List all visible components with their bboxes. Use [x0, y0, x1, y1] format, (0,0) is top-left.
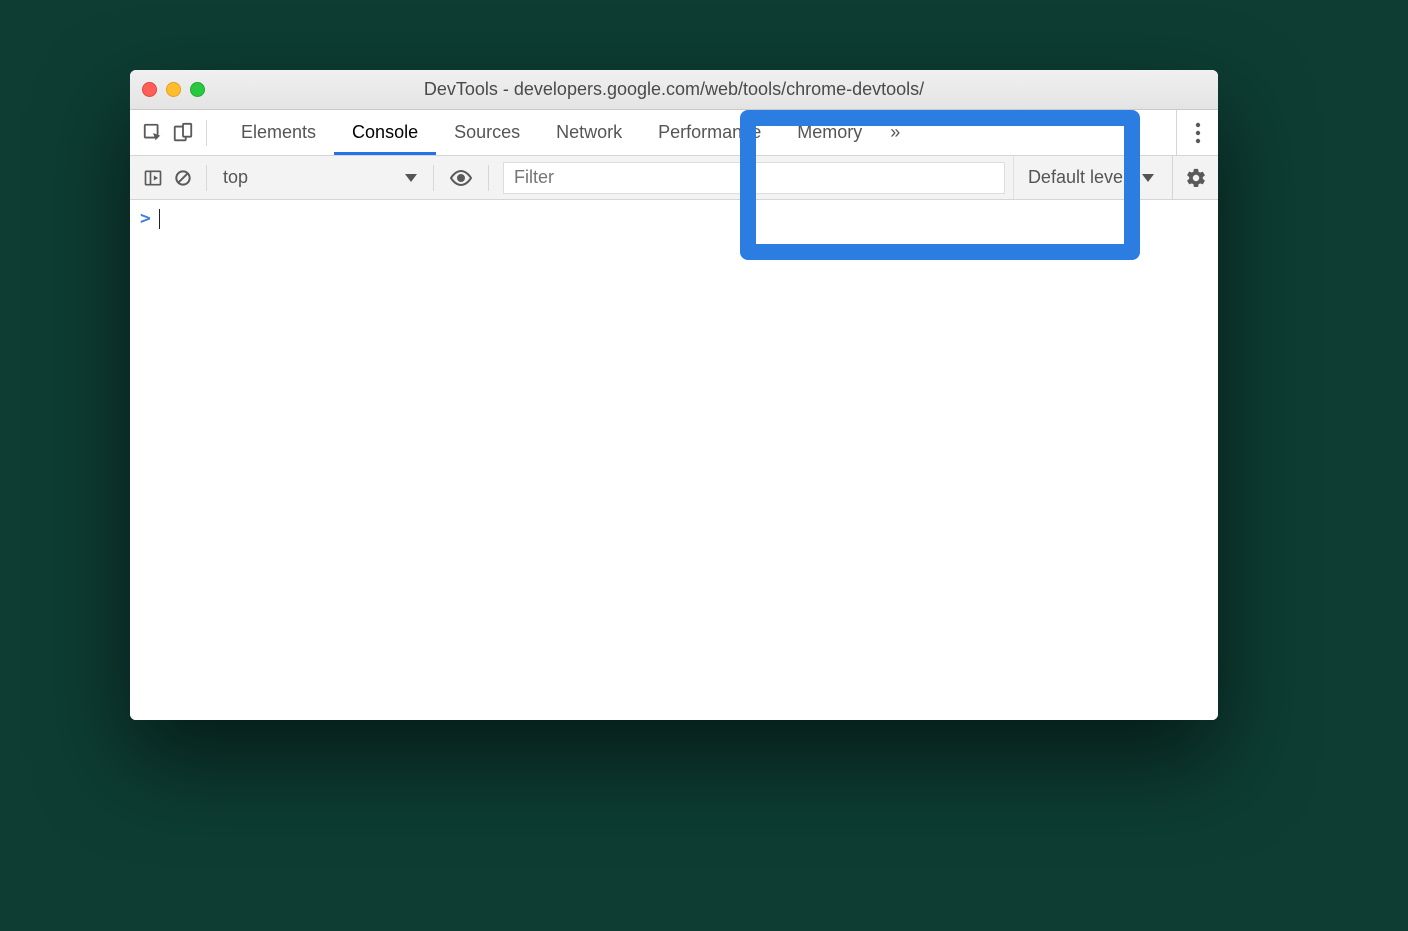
context-selector[interactable]: top: [215, 167, 425, 188]
zoom-window-button[interactable]: [190, 82, 205, 97]
tab-elements[interactable]: Elements: [223, 110, 334, 155]
window-title: DevTools - developers.google.com/web/too…: [130, 79, 1218, 100]
tab-network[interactable]: Network: [538, 110, 640, 155]
tab-label: Console: [352, 122, 418, 143]
dropdown-caret-icon: [405, 174, 417, 182]
context-label: top: [223, 167, 248, 188]
log-levels-label: Default levels: [1028, 167, 1136, 188]
minimize-window-button[interactable]: [166, 82, 181, 97]
inspect-element-icon[interactable]: [138, 118, 168, 148]
console-toolbar: top Default levels: [130, 156, 1218, 200]
text-cursor: [159, 209, 160, 229]
tab-label: Network: [556, 122, 622, 143]
tabs-overflow-icon[interactable]: »: [880, 110, 910, 155]
tab-sources[interactable]: Sources: [436, 110, 538, 155]
separator: [206, 120, 207, 146]
console-settings-icon[interactable]: [1172, 156, 1218, 199]
separator: [488, 165, 489, 191]
tab-label: Performance: [658, 122, 761, 143]
window-controls: [142, 82, 205, 97]
close-window-button[interactable]: [142, 82, 157, 97]
separator: [433, 165, 434, 191]
panel-tabs-row: Elements Console Sources Network Perform…: [130, 110, 1218, 156]
devtools-window: DevTools - developers.google.com/web/too…: [130, 70, 1218, 720]
separator: [206, 165, 207, 191]
clear-console-icon[interactable]: [168, 163, 198, 193]
prompt-chevron-icon: >: [140, 208, 151, 229]
toggle-sidebar-icon[interactable]: [138, 163, 168, 193]
more-options-icon[interactable]: [1176, 110, 1218, 155]
log-levels-dropdown[interactable]: Default levels: [1013, 156, 1172, 199]
tab-console[interactable]: Console: [334, 110, 436, 155]
tab-label: Sources: [454, 122, 520, 143]
filter-input[interactable]: [503, 162, 1005, 194]
tab-label: Elements: [241, 122, 316, 143]
titlebar: DevTools - developers.google.com/web/too…: [130, 70, 1218, 110]
panel-tabs: Elements Console Sources Network Perform…: [223, 110, 910, 155]
device-toolbar-icon[interactable]: [168, 118, 198, 148]
tab-performance[interactable]: Performance: [640, 110, 779, 155]
console-body[interactable]: >: [130, 200, 1218, 720]
dropdown-caret-icon: [1142, 174, 1154, 182]
console-prompt-line[interactable]: >: [140, 208, 1208, 229]
tab-memory[interactable]: Memory: [779, 110, 880, 155]
tab-label: Memory: [797, 122, 862, 143]
live-expression-icon[interactable]: [446, 163, 476, 193]
